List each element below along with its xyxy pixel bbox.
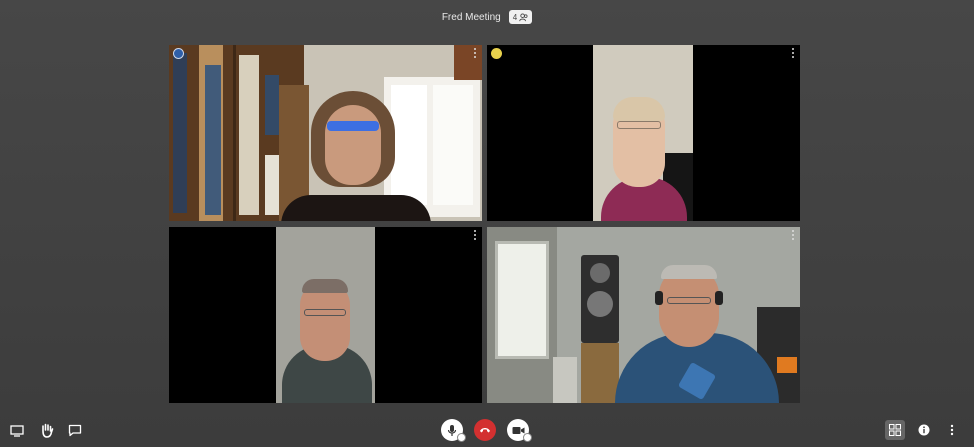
video-tile[interactable] <box>487 227 800 403</box>
chat-icon[interactable] <box>67 423 83 437</box>
camera-button[interactable] <box>507 419 532 442</box>
tile-view-button[interactable] <box>885 420 905 440</box>
dominant-speaker-icon <box>173 48 184 59</box>
tile-menu-icon[interactable] <box>790 230 796 240</box>
more-options-icon[interactable] <box>947 423 957 437</box>
meeting-header: Fred Meeting 4 <box>0 8 974 26</box>
meeting-title: Fred Meeting <box>441 11 501 23</box>
tile-menu-icon[interactable] <box>472 230 478 240</box>
camera-icon <box>512 426 524 434</box>
bottom-toolbar <box>0 413 974 447</box>
microphone-icon <box>447 424 457 436</box>
participant-video <box>276 227 375 403</box>
participant-video <box>593 45 693 221</box>
microphone-options-icon[interactable] <box>457 433 466 442</box>
tile-view-icon <box>889 424 901 436</box>
participants-icon <box>519 12 528 21</box>
info-icon[interactable] <box>917 423 931 437</box>
moderator-badge-icon <box>491 48 502 59</box>
participant-video <box>169 45 482 221</box>
participant-count: 4 <box>512 12 518 22</box>
hangup-icon <box>480 428 490 433</box>
tile-menu-icon[interactable] <box>790 48 796 58</box>
tile-menu-icon[interactable] <box>472 48 478 58</box>
video-tile[interactable] <box>169 45 482 221</box>
participant-video <box>487 227 800 403</box>
video-grid <box>169 45 800 403</box>
hangup-button[interactable] <box>474 419 496 441</box>
raise-hand-icon[interactable] <box>39 422 55 438</box>
video-tile[interactable] <box>487 45 800 221</box>
participant-count-badge[interactable]: 4 <box>508 10 533 24</box>
camera-options-icon[interactable] <box>523 433 532 442</box>
video-tile[interactable] <box>169 227 482 403</box>
screen-share-icon[interactable] <box>9 424 25 438</box>
microphone-button[interactable] <box>441 419 466 442</box>
